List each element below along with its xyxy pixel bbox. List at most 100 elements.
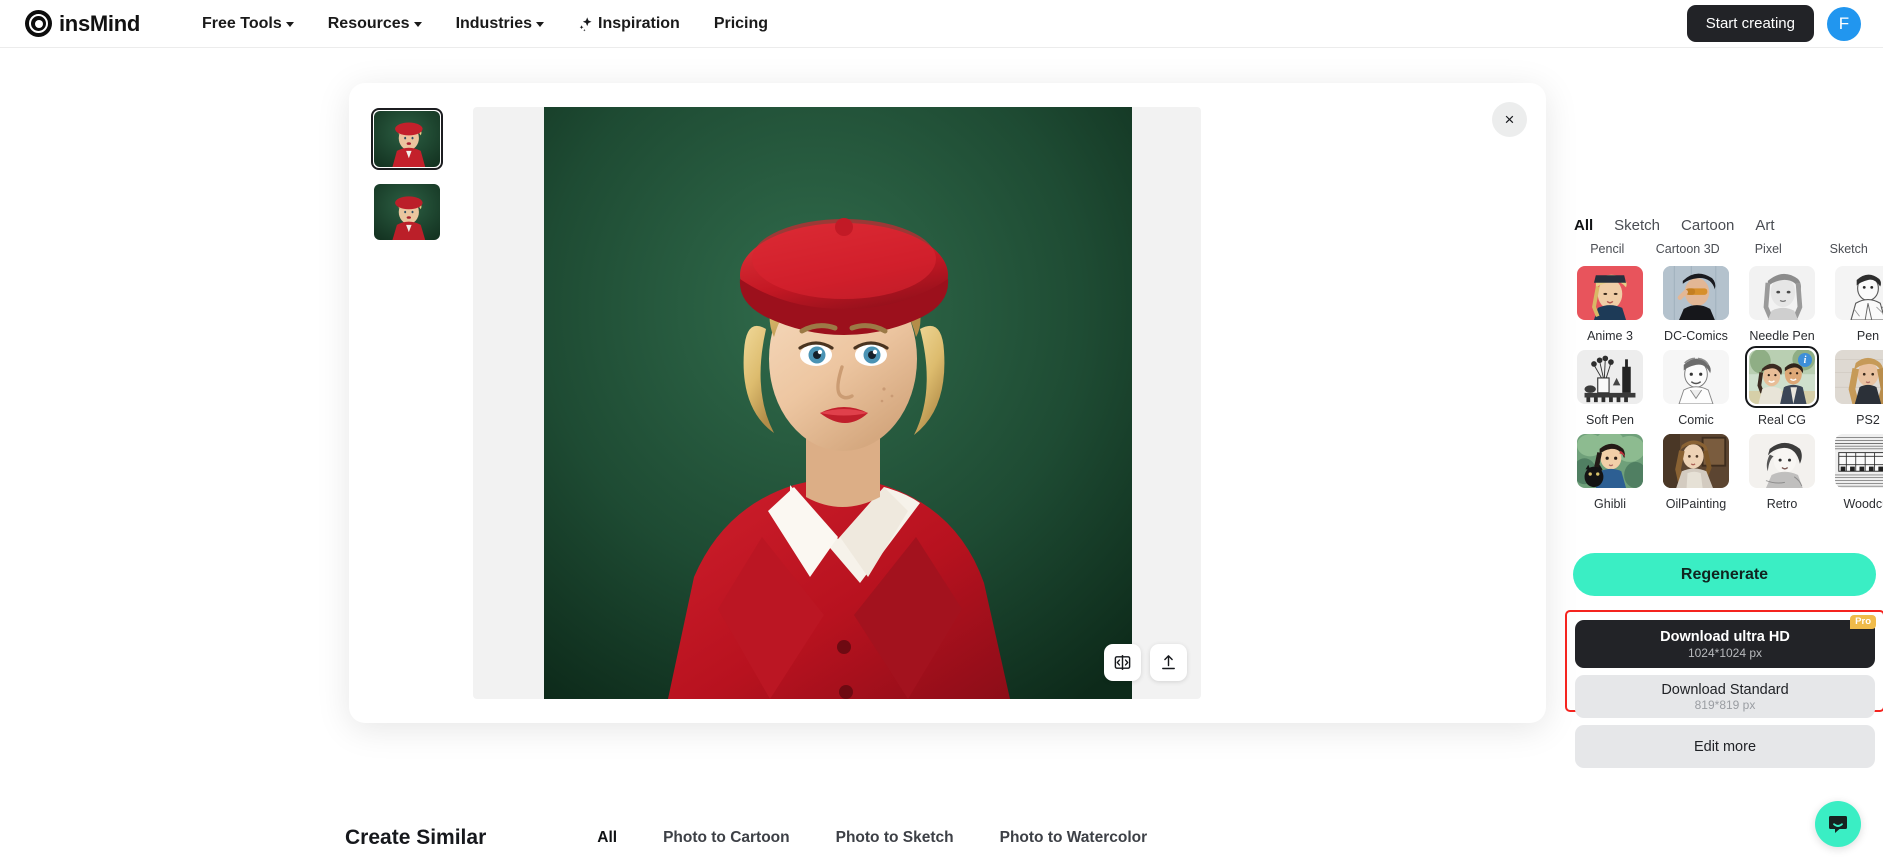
chevron-down-icon bbox=[285, 22, 294, 27]
tab-cartoon[interactable]: Cartoon bbox=[1681, 217, 1734, 234]
style-option-retro[interactable]: Retro bbox=[1745, 430, 1819, 511]
style-option-ghibli[interactable]: Ghibli bbox=[1573, 430, 1647, 511]
create-similar-tab-all[interactable]: All bbox=[574, 829, 640, 847]
nav-item-industries[interactable]: Industries bbox=[439, 0, 561, 48]
nav-label: Free Tools bbox=[202, 14, 282, 32]
info-badge[interactable]: i bbox=[1798, 353, 1812, 367]
result-thumbnail-2[interactable] bbox=[371, 181, 443, 243]
pro-badge: Pro bbox=[1850, 615, 1876, 629]
chevron-down-icon bbox=[536, 22, 545, 27]
style-label: Comic bbox=[1678, 413, 1714, 427]
tab-art[interactable]: Art bbox=[1755, 217, 1774, 234]
thumbnail-image bbox=[374, 184, 440, 240]
style-thumbnail bbox=[1663, 350, 1729, 404]
group-label-cartoon-3d: Cartoon 3D bbox=[1655, 242, 1720, 256]
style-label: Anime 3 bbox=[1587, 329, 1633, 343]
style-thumbnail bbox=[1663, 434, 1729, 488]
chat-bubble-icon bbox=[1829, 816, 1847, 833]
download-standard-size: 819*819 px bbox=[1694, 697, 1756, 712]
style-thumbnail bbox=[1749, 266, 1815, 320]
style-option-real-cg[interactable]: i Real CG bbox=[1745, 346, 1819, 427]
result-image bbox=[544, 107, 1132, 699]
nav-label: Resources bbox=[327, 14, 410, 32]
style-label: PS2 bbox=[1856, 413, 1880, 427]
style-label: Real CG bbox=[1758, 413, 1806, 427]
edit-more-button[interactable]: Edit more bbox=[1575, 725, 1875, 768]
style-option-pen[interactable]: Pen bbox=[1831, 262, 1883, 343]
style-label: Retro bbox=[1766, 497, 1798, 511]
style-option-dc-comics[interactable]: DC-Comics bbox=[1659, 262, 1733, 343]
header-actions: Start creating F bbox=[1686, 5, 1861, 42]
tab-sketch[interactable]: Sketch bbox=[1614, 217, 1660, 234]
style-label: Pen bbox=[1856, 329, 1880, 343]
style-thumbnail bbox=[1835, 266, 1883, 320]
download-ultra-hd-button[interactable]: Download ultra HD 1024*1024 px Pro bbox=[1575, 615, 1876, 668]
style-option-needle-pen[interactable]: Needle Pen bbox=[1745, 262, 1819, 343]
style-thumbnail bbox=[1749, 434, 1815, 488]
result-thumbnail-1[interactable] bbox=[371, 108, 443, 170]
avatar[interactable]: F bbox=[1827, 6, 1861, 41]
nav-item-inspiration[interactable]: Inspiration bbox=[561, 0, 697, 48]
create-similar-tab-photo-to-sketch[interactable]: Photo to Sketch bbox=[813, 829, 977, 847]
style-row: Soft Pen Comic i Real CG PS2 bbox=[1573, 346, 1883, 427]
style-row: Anime 3 DC-Comics Needle Pen Pen bbox=[1573, 262, 1883, 343]
nav-item-pricing[interactable]: Pricing bbox=[697, 0, 785, 48]
sparkle-icon bbox=[578, 16, 594, 32]
close-icon[interactable]: × bbox=[1492, 102, 1527, 137]
style-option-ps2[interactable]: PS2 bbox=[1831, 346, 1883, 427]
compare-split-icon[interactable] bbox=[1104, 644, 1141, 681]
style-label: OilPainting bbox=[1665, 497, 1727, 511]
create-similar-title: Create Similar bbox=[345, 825, 487, 849]
tab-all[interactable]: All bbox=[1574, 217, 1593, 234]
style-option-anime-3[interactable]: Anime 3 bbox=[1573, 262, 1647, 343]
thumbnail-rail bbox=[371, 108, 443, 243]
nav-item-resources[interactable]: Resources bbox=[311, 0, 439, 48]
create-similar-tab-photo-to-cartoon[interactable]: Photo to Cartoon bbox=[640, 829, 813, 847]
style-option-comic[interactable]: Comic bbox=[1659, 346, 1733, 427]
style-group-labels: Pencil Cartoon 3D Pixel Sketch bbox=[1573, 239, 1883, 259]
style-label: DC-Comics bbox=[1664, 329, 1728, 343]
style-option-selected-border: i bbox=[1745, 346, 1819, 408]
regenerate-button[interactable]: Regenerate bbox=[1573, 553, 1876, 596]
style-row: Ghibli OilPainting Retro Woodc bbox=[1573, 430, 1883, 511]
style-category-tabs: All Sketch Cartoon Art bbox=[1574, 217, 1775, 234]
nav-item-free-tools[interactable]: Free Tools bbox=[185, 0, 311, 48]
style-label: Ghibli bbox=[1594, 497, 1626, 511]
nav-label: Industries bbox=[455, 14, 533, 32]
chat-support-button[interactable] bbox=[1815, 801, 1861, 847]
style-thumbnail bbox=[1577, 266, 1643, 320]
image-canvas bbox=[473, 107, 1201, 699]
site-header: insMind Free Tools Resources Industries … bbox=[0, 0, 1883, 48]
start-creating-button[interactable]: Start creating bbox=[1686, 5, 1814, 42]
insmind-logo-icon bbox=[25, 10, 52, 37]
style-option-soft-pen[interactable]: Soft Pen bbox=[1573, 346, 1647, 427]
group-label-pixel: Pixel bbox=[1754, 242, 1782, 256]
group-label-sketch: Sketch bbox=[1829, 242, 1868, 256]
create-similar-section: Create Similar All Photo to Cartoon Phot… bbox=[0, 810, 1883, 865]
download-ultra-hd-size: 1024*1024 px bbox=[1687, 645, 1763, 660]
create-similar-tabs: All Photo to Cartoon Photo to Sketch Pho… bbox=[574, 829, 1170, 847]
style-thumbnail bbox=[1835, 434, 1883, 488]
style-thumbnail bbox=[1577, 350, 1643, 404]
style-panel: All Sketch Cartoon Art Pencil Cartoon 3D… bbox=[1559, 83, 1883, 768]
result-modal: × All Sketch Cartoon Art Pencil Cartoon … bbox=[349, 83, 1883, 768]
style-thumbnail bbox=[1577, 434, 1643, 488]
style-thumbnail bbox=[1663, 266, 1729, 320]
style-option-woodcut[interactable]: Woodcut bbox=[1831, 430, 1883, 511]
style-thumbnail: i bbox=[1749, 350, 1815, 404]
main-nav: Free Tools Resources Industries Inspirat… bbox=[185, 0, 785, 48]
canvas-toolbar bbox=[1104, 644, 1187, 681]
style-label: Needle Pen bbox=[1749, 329, 1815, 343]
nav-label: Pricing bbox=[713, 14, 769, 32]
share-upload-icon[interactable] bbox=[1150, 644, 1187, 681]
style-thumbnail bbox=[1835, 350, 1883, 404]
download-actions-highlight: Download ultra HD 1024*1024 px Pro Downl… bbox=[1565, 610, 1883, 768]
download-standard-button[interactable]: Download Standard 819*819 px bbox=[1575, 675, 1875, 718]
style-label: Soft Pen bbox=[1586, 413, 1634, 427]
chevron-down-icon bbox=[413, 22, 422, 27]
style-grid[interactable]: Pencil Cartoon 3D Pixel Sketch Anime 3 D… bbox=[1573, 239, 1883, 534]
style-option-oilpainting[interactable]: OilPainting bbox=[1659, 430, 1733, 511]
create-similar-tab-photo-to-watercolor[interactable]: Photo to Watercolor bbox=[977, 829, 1171, 847]
thumbnail-image bbox=[374, 111, 440, 167]
brand-logo[interactable]: insMind bbox=[25, 10, 140, 37]
